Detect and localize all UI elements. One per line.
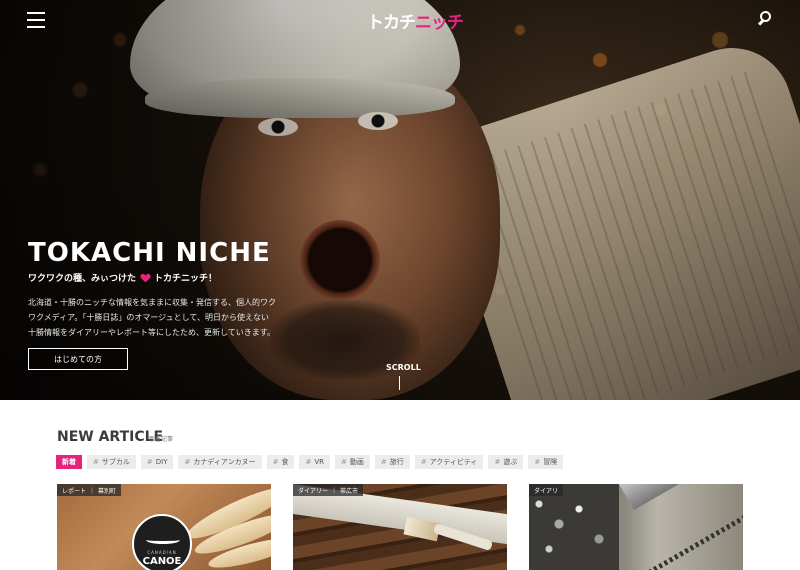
scroll-indicator-line bbox=[399, 376, 400, 390]
tag-travel[interactable]: # 旅行 bbox=[374, 455, 410, 469]
hero-description-line: 北海道・十勝のニッチな情報を気ままに収集・発信する、個人的ワク bbox=[28, 298, 276, 307]
hero-tagline-pre: ワクワクの種、みぃつけた bbox=[28, 274, 137, 284]
canoe-badge-big-text: CANOE bbox=[142, 556, 182, 567]
site-logo[interactable]: トカチニッチ bbox=[367, 8, 464, 33]
canoe-badge: CANADIAN CANOE bbox=[132, 514, 192, 570]
article-card[interactable]: ダイアリ bbox=[529, 484, 743, 570]
tag-new[interactable]: 新着 bbox=[56, 455, 82, 469]
hero-section: トカチニッチ TOKACHI NICHE ワクワクの種、みぃつけた トカチニッチ… bbox=[0, 0, 800, 400]
tag-activity[interactable]: # アクティビティ bbox=[414, 455, 484, 469]
beginner-guide-button[interactable]: はじめての方 bbox=[28, 348, 128, 370]
search-icon[interactable] bbox=[757, 11, 773, 27]
tag-filter-bar: 新着 # サブカル # DIY # カナディアンカヌー # 食 # VR # 動画 # 旅行 … bbox=[56, 455, 564, 469]
new-article-subtitle: 新着記事 bbox=[149, 436, 174, 443]
logo-main-text: トカチ bbox=[367, 13, 416, 33]
hero-tagline: ワクワクの種、みぃつけた トカチニッチ！ bbox=[28, 271, 217, 284]
article-card[interactable]: ダイアリー｜帯広市 bbox=[293, 484, 507, 570]
canoe-icon bbox=[146, 536, 180, 544]
hero-description-line: 十勝情報をダイアリーやレポート等にしたため、更新していきます。 bbox=[28, 328, 275, 337]
card-gravel-image bbox=[529, 484, 619, 570]
article-card[interactable]: レポート｜幕別町 CANADIAN CANOE bbox=[57, 484, 271, 570]
heart-icon bbox=[141, 274, 150, 282]
tag-food[interactable]: # 食 bbox=[266, 455, 295, 469]
hero-tagline-post: トカチニッチ！ bbox=[154, 274, 218, 284]
card-saw-teeth-image bbox=[632, 509, 743, 570]
hero-shade-overlay bbox=[0, 0, 800, 400]
hero-description-line: ワクメディア。「十勝日誌」のオマージュとして、明日から使えない bbox=[28, 313, 269, 322]
card-category-label: レポート｜幕別町 bbox=[57, 484, 122, 496]
hero-description: 北海道・十勝のニッチな情報を気ままに収集・発信する、個人的ワク ワクメディア。「… bbox=[28, 295, 278, 340]
tag-vr[interactable]: # VR bbox=[299, 455, 330, 469]
tag-canadian-canoe[interactable]: # カナディアンカヌー bbox=[178, 455, 262, 469]
tag-video[interactable]: # 動画 bbox=[335, 455, 370, 469]
card-category-label: ダイアリ bbox=[529, 484, 564, 496]
card-saw-image bbox=[619, 484, 743, 510]
tag-subculture[interactable]: # サブカル bbox=[87, 455, 136, 469]
logo-accent-text: ニッチ bbox=[415, 13, 464, 33]
card-category-label: ダイアリー｜帯広市 bbox=[293, 484, 364, 496]
hero-title: TOKACHI NICHE bbox=[28, 238, 271, 268]
hamburger-menu-icon[interactable] bbox=[27, 12, 45, 28]
tag-play[interactable]: # 遊ぶ bbox=[488, 455, 524, 469]
new-article-title: NEW ARTICLE bbox=[57, 429, 164, 445]
tag-diy[interactable]: # DIY bbox=[140, 455, 174, 469]
scroll-label[interactable]: SCROLL bbox=[386, 363, 421, 372]
canoe-badge-small-text: CANADIAN bbox=[147, 550, 177, 555]
tag-adventure[interactable]: # 冒険 bbox=[528, 455, 564, 469]
